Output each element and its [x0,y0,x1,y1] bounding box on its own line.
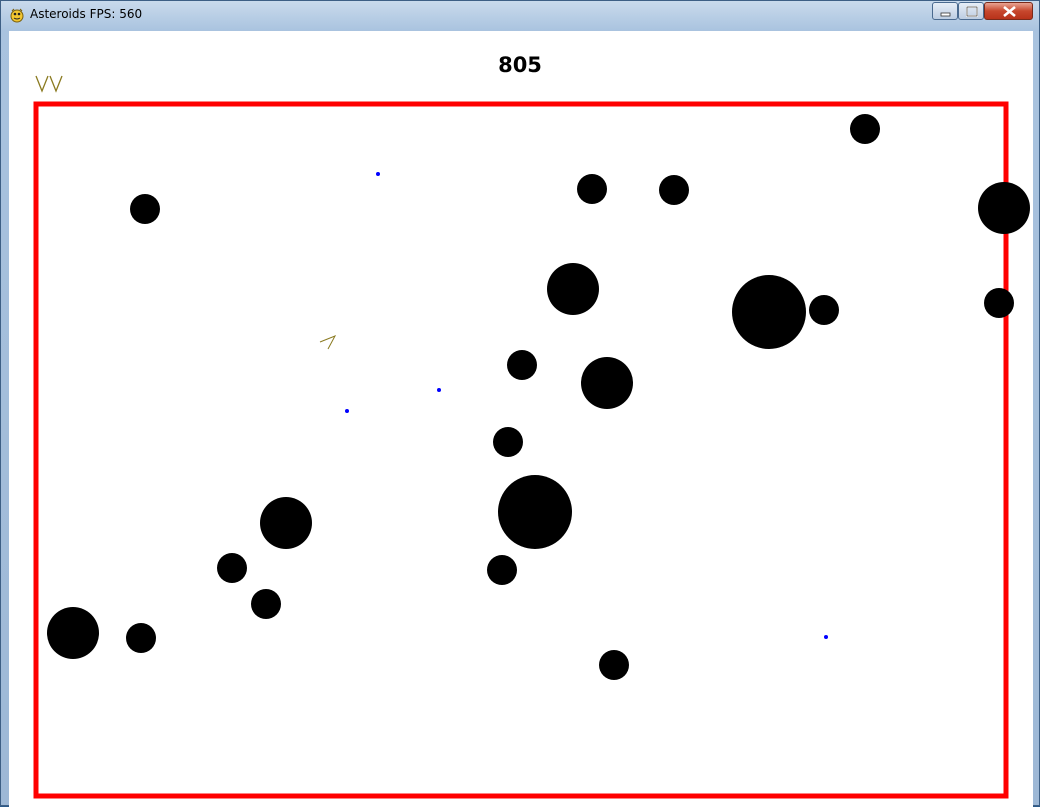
lives-indicator [35,75,63,93]
close-icon [1003,5,1016,18]
asteroid [126,623,156,653]
maximize-button[interactable] [958,2,984,20]
maximize-icon [966,6,978,17]
asteroid [599,650,629,680]
asteroid-field [47,114,1030,680]
play-area-border [33,101,1009,799]
asteroid [547,263,599,315]
asteroid [487,555,517,585]
bullet [345,409,349,413]
bullet [376,172,380,176]
asteroid [493,427,523,457]
asteroid [577,174,607,204]
close-button[interactable] [984,2,1033,20]
asteroid [498,475,572,549]
minimize-button[interactable] [932,2,958,20]
asteroid [659,175,689,205]
asteroid [47,607,99,659]
asteroid [984,288,1014,318]
asteroid [978,182,1030,234]
title-bar[interactable]: Asteroids FPS: 560 [1,1,1039,28]
bullet [824,635,828,639]
asteroid [260,497,312,549]
life-ship-icon [35,75,49,93]
asteroid [850,114,880,144]
player-ship [319,335,337,350]
asteroid [809,295,839,325]
asteroid [251,589,281,619]
bullet [437,388,441,392]
game-canvas[interactable]: 805 [9,31,1033,807]
asteroid [217,553,247,583]
asteroid [507,350,537,380]
window-title: Asteroids FPS: 560 [30,7,143,21]
pygame-snake-icon [10,8,24,23]
minimize-icon [940,12,951,17]
score-label: 805 [498,53,542,77]
asteroid [581,357,633,409]
app-window: Asteroids FPS: 560 805 [0,0,1040,807]
bullets [345,172,828,639]
asteroid [130,194,160,224]
game-client-area[interactable]: 805 [9,31,1033,807]
asteroid [732,275,806,349]
life-ship-icon [49,75,63,93]
